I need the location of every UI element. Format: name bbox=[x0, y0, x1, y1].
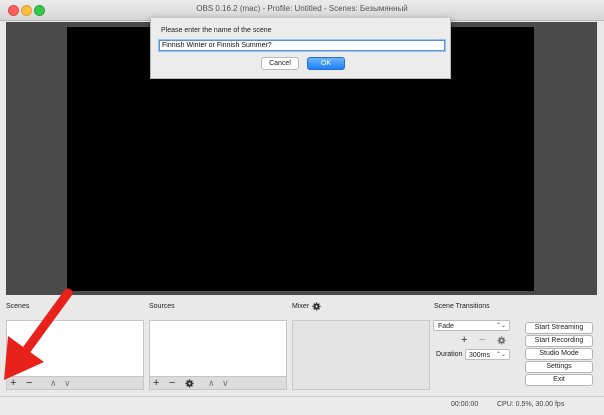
duration-value: 300ms bbox=[469, 352, 491, 359]
transition-properties-gear-icon[interactable] bbox=[497, 336, 506, 345]
remove-source-minus-icon[interactable]: − bbox=[169, 377, 175, 389]
mixer-panel[interactable] bbox=[292, 320, 430, 390]
remove-transition-minus-icon[interactable]: − bbox=[479, 334, 485, 346]
stepper-arrows-icon[interactable]: ⌃⌄ bbox=[496, 350, 506, 361]
transition-select-value: Fade bbox=[438, 323, 454, 330]
duration-spinbox[interactable]: 300ms ⌃⌄ bbox=[465, 349, 510, 360]
exit-button[interactable]: Exit bbox=[525, 374, 593, 386]
sources-label: Sources bbox=[149, 303, 175, 310]
cpu-fps-readout: CPU: 0.5%, 30.00 fps bbox=[497, 401, 565, 408]
sources-toolbar: + − ∧ ∨ bbox=[149, 376, 287, 390]
scene-transitions-label: Scene Transitions bbox=[434, 303, 490, 310]
scene-name-input[interactable]: Finnish Winter or Finnish Summer? bbox=[158, 39, 446, 52]
sources-list[interactable] bbox=[149, 320, 287, 377]
window-title: OBS 0.16.2 (mac) - Profile: Untitled - S… bbox=[196, 4, 408, 13]
stream-time: 00:00:00 bbox=[451, 401, 479, 408]
mixer-gear-icon[interactable] bbox=[312, 302, 321, 311]
settings-button[interactable]: Settings bbox=[525, 361, 593, 373]
source-properties-gear-icon[interactable] bbox=[185, 379, 194, 388]
add-transition-plus-icon[interactable]: + bbox=[461, 334, 467, 346]
mixer-label: Mixer bbox=[292, 303, 310, 310]
duration-label: Duration bbox=[436, 351, 463, 358]
add-source-plus-icon[interactable]: + bbox=[153, 377, 159, 389]
annotation-arrow-icon bbox=[4, 288, 73, 380]
dialog-prompt: Please enter the name of the scene bbox=[161, 27, 272, 34]
source-move-down-chevron-down-icon[interactable]: ∨ bbox=[222, 377, 229, 389]
start-streaming-button[interactable]: Start Streaming bbox=[525, 322, 593, 334]
start-recording-button[interactable]: Start Recording bbox=[525, 335, 593, 347]
transition-select[interactable]: Fade ⌃⌄ bbox=[433, 320, 510, 331]
status-bar: 00:00:00 CPU: 0.5%, 30.00 fps bbox=[0, 396, 604, 415]
select-arrows-icon: ⌃⌄ bbox=[495, 323, 506, 329]
source-move-up-chevron-up-icon[interactable]: ∧ bbox=[208, 377, 215, 389]
cancel-button[interactable]: Cancel bbox=[261, 57, 299, 70]
studio-mode-button[interactable]: Studio Mode bbox=[525, 348, 593, 360]
ok-button[interactable]: OK bbox=[307, 57, 345, 70]
scene-name-dialog: Please enter the name of the scene Finni… bbox=[150, 18, 451, 79]
